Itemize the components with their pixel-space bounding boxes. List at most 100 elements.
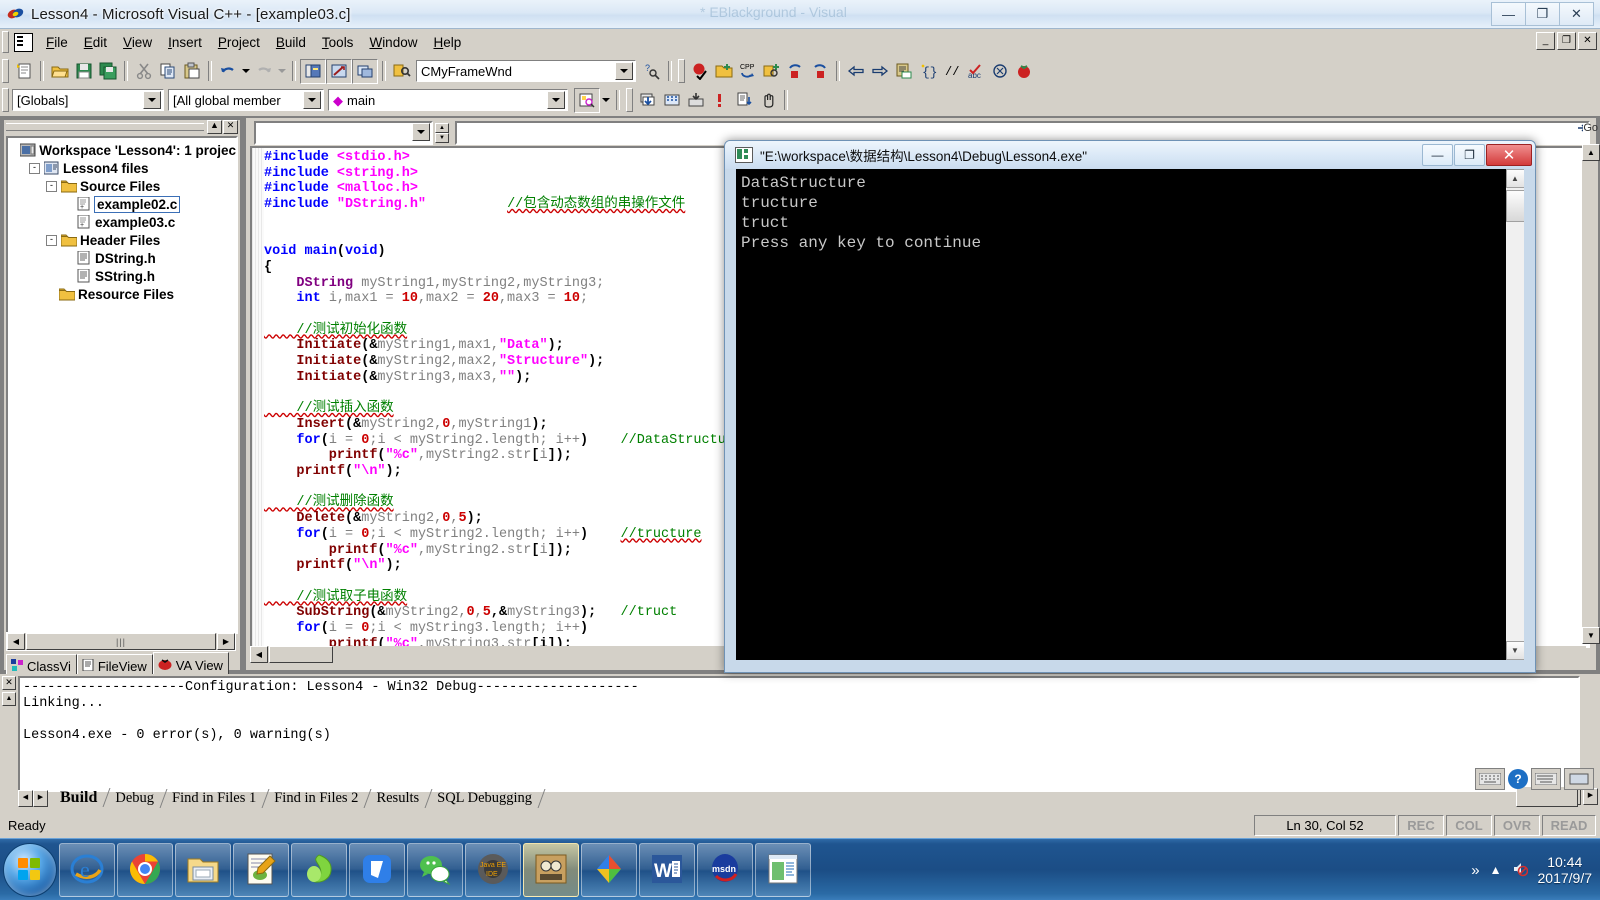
tray-show-hidden-icon[interactable]: » bbox=[1471, 862, 1479, 879]
refactor-icon[interactable] bbox=[988, 60, 1012, 83]
help-icon[interactable]: ? bbox=[1508, 769, 1528, 789]
save-all-icon[interactable] bbox=[96, 60, 120, 83]
workspace-tree[interactable]: Workspace 'Lesson4': 1 projec - Lesson4 fi… bbox=[6, 136, 238, 634]
editor-vscrollbar[interactable]: ▲ ▼ bbox=[1582, 144, 1600, 644]
taskbar-item-console-window[interactable] bbox=[755, 843, 811, 897]
open-workspace-icon[interactable] bbox=[712, 60, 736, 83]
tree-item[interactable]: Resource Files bbox=[12, 285, 236, 303]
help-search-icon[interactable]: ? bbox=[640, 60, 664, 83]
tree-item[interactable]: SString.h bbox=[12, 267, 236, 285]
scroll-down-icon[interactable]: ▼ bbox=[1505, 641, 1524, 660]
console-minimize-button[interactable]: — bbox=[1422, 144, 1453, 166]
undo-icon[interactable] bbox=[216, 60, 240, 83]
output-tab-sql-debugging[interactable]: SQL Debugging bbox=[429, 788, 546, 808]
start-button[interactable] bbox=[3, 843, 57, 897]
tree-expander-icon[interactable]: - bbox=[46, 234, 57, 246]
save-icon[interactable] bbox=[72, 60, 96, 83]
close-button[interactable]: ✕ bbox=[1559, 2, 1594, 26]
go-forward-icon[interactable] bbox=[868, 60, 892, 83]
toolbar-grip-4[interactable] bbox=[626, 88, 633, 112]
spin-down-icon[interactable]: ▼ bbox=[435, 133, 449, 143]
output-scroll-up-icon[interactable]: ▲ bbox=[2, 692, 16, 706]
stop-record-icon[interactable] bbox=[784, 60, 808, 83]
scroll-down-icon[interactable]: ▼ bbox=[1582, 627, 1600, 644]
menu-item-insert[interactable]: Insert bbox=[160, 32, 210, 53]
workspace-tab-va-view[interactable]: VA View bbox=[152, 652, 229, 676]
tree-item[interactable]: Workspace 'Lesson4': 1 projec bbox=[12, 141, 236, 159]
restore-button[interactable]: ❐ bbox=[1525, 2, 1559, 26]
go-back-icon[interactable] bbox=[844, 60, 868, 83]
taskbar-item-internet-explorer[interactable]: e bbox=[59, 843, 115, 897]
members-combo[interactable]: [All global member bbox=[168, 89, 324, 111]
window-list-icon[interactable] bbox=[352, 58, 378, 84]
taskbar-item-wechat[interactable] bbox=[407, 843, 463, 897]
tree-item[interactable]: + example02.c bbox=[12, 195, 236, 213]
hand-icon[interactable] bbox=[756, 89, 780, 112]
tree-expander-icon[interactable]: - bbox=[46, 180, 57, 192]
volume-muted-icon[interactable] bbox=[1512, 861, 1528, 880]
va-tomato-icon[interactable] bbox=[1012, 60, 1036, 83]
taskbar-item-green-app[interactable] bbox=[291, 843, 347, 897]
workspace-tab-classvi[interactable]: ClassVi bbox=[6, 654, 77, 676]
minimize-button[interactable]: — bbox=[1491, 2, 1525, 26]
mdi-close-button[interactable]: ✕ bbox=[1578, 32, 1597, 50]
output-tab-build[interactable]: Build bbox=[52, 788, 111, 807]
scroll-thumb[interactable]: ||| bbox=[26, 633, 216, 650]
console-vscrollbar[interactable]: ▲ ▼ bbox=[1505, 169, 1524, 660]
find-in-files-icon[interactable] bbox=[390, 60, 414, 83]
workspace-rollup-button[interactable]: ▲ bbox=[207, 120, 222, 134]
workspace-close-button[interactable]: ✕ bbox=[223, 120, 238, 134]
taskbar-item-google-chrome[interactable] bbox=[117, 843, 173, 897]
scroll-up-icon[interactable]: ▲ bbox=[1582, 144, 1600, 161]
tree-item[interactable]: + example03.c bbox=[12, 213, 236, 231]
tray-up-arrow-icon[interactable]: ▲ bbox=[1490, 863, 1502, 877]
output-tab-debug[interactable]: Debug bbox=[107, 788, 168, 808]
console-body[interactable]: DataStructure tructure truct Press any k… bbox=[736, 169, 1524, 660]
tab-scroll-left-icon[interactable]: ◀ bbox=[18, 789, 33, 807]
editor-spinner[interactable]: ▲ ▼ bbox=[435, 123, 449, 143]
tree-item[interactable]: DString.h bbox=[12, 249, 236, 267]
tree-item[interactable]: - Header Files bbox=[12, 231, 236, 249]
tab-scroll-right-icon[interactable]: ▶ bbox=[33, 789, 48, 807]
list-members-icon[interactable] bbox=[732, 89, 756, 112]
build-output-text[interactable]: --------------------Configuration: Lesso… bbox=[18, 676, 1580, 792]
find-symbol-icon[interactable] bbox=[760, 60, 784, 83]
braces-icon[interactable]: {} bbox=[916, 60, 940, 83]
cut-icon[interactable] bbox=[132, 60, 156, 83]
mdi-minimize-button[interactable]: _ bbox=[1536, 32, 1555, 50]
redo-icon[interactable] bbox=[252, 60, 276, 83]
taskbar-item-java-ee-ide[interactable]: Java EE IDE bbox=[465, 843, 521, 897]
insert-breakpoint-icon[interactable] bbox=[660, 89, 684, 112]
scroll-left-icon[interactable]: ◀ bbox=[7, 633, 25, 650]
taskbar-item-microsoft-word[interactable]: W bbox=[639, 843, 695, 897]
keyboard-alt-icon[interactable] bbox=[1531, 768, 1561, 790]
class-wizard-icon[interactable] bbox=[574, 87, 600, 113]
toolbar-grip-2[interactable] bbox=[678, 59, 685, 83]
spin-up-icon[interactable]: ▲ bbox=[435, 123, 449, 133]
open-folder-icon[interactable] bbox=[48, 60, 72, 83]
paste-icon[interactable] bbox=[180, 60, 204, 83]
taskbar-item-msdn-library[interactable]: msdn bbox=[697, 843, 753, 897]
taskbar-item-blue-note-app[interactable] bbox=[349, 843, 405, 897]
menubar-grip[interactable] bbox=[2, 31, 9, 53]
chevron-down-icon[interactable] bbox=[143, 91, 161, 109]
chevron-down-icon[interactable] bbox=[303, 91, 321, 109]
function-combo[interactable]: ◆ main bbox=[328, 89, 568, 111]
workspace-hscrollbar[interactable]: ◀ ||| ▶ bbox=[6, 632, 236, 651]
scroll-thumb[interactable] bbox=[1505, 190, 1524, 222]
workspace-tab-fileview[interactable]: FileView bbox=[76, 654, 153, 676]
scroll-up-icon[interactable]: ▲ bbox=[1505, 169, 1524, 188]
output-nav-right-icon[interactable]: ▶ bbox=[1583, 788, 1598, 805]
screen-icon[interactable] bbox=[1564, 768, 1594, 790]
workspace-icon[interactable] bbox=[300, 58, 326, 84]
console-window[interactable]: "E:\workspace\数据结构\Lesson4\Debug\Lesson4… bbox=[724, 140, 1536, 673]
menu-item-window[interactable]: Window bbox=[361, 32, 425, 53]
wizard-dropdown-icon[interactable] bbox=[600, 89, 612, 112]
spellcheck-icon[interactable]: abc bbox=[964, 60, 988, 83]
menu-item-file[interactable]: File bbox=[38, 32, 76, 53]
scroll-left-icon[interactable]: ◀ bbox=[250, 646, 268, 663]
scroll-thumb[interactable] bbox=[269, 646, 333, 663]
menu-item-help[interactable]: Help bbox=[425, 32, 469, 53]
menu-item-build[interactable]: Build bbox=[268, 32, 314, 53]
output-window-icon[interactable] bbox=[326, 58, 352, 84]
